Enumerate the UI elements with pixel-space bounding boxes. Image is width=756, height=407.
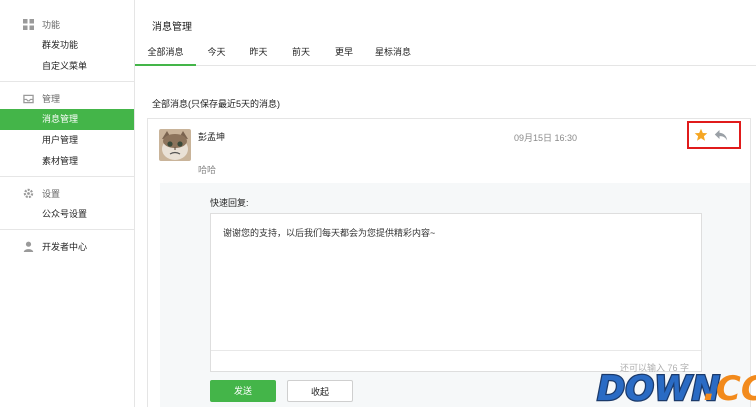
sidebar-group-title: 开发者中心 xyxy=(42,242,88,252)
avatar[interactable] xyxy=(159,129,191,161)
tab-starred[interactable]: 星标消息 xyxy=(366,38,420,66)
tab-yesterday[interactable]: 昨天 xyxy=(237,38,280,66)
tab-today[interactable]: 今天 xyxy=(196,38,237,66)
sidebar-item-developer-center[interactable]: 开发者中心 xyxy=(0,236,134,257)
watermark-logo: DOWN DOWN .CC xyxy=(591,364,756,407)
sidebar-item-account-settings[interactable]: 公众号设置 xyxy=(0,204,134,225)
page: 功能 群发功能 自定义菜单 管理 消息管理 用户管理 素材管理 设置 公众号设置… xyxy=(0,0,756,407)
sidebar-group-header: 功能 xyxy=(0,14,134,35)
gear-icon xyxy=(23,188,34,199)
tab-all-messages[interactable]: 全部消息 xyxy=(135,38,196,66)
sender-nickname[interactable]: 彭孟坤 xyxy=(198,130,225,143)
section-label: 全部消息(只保存最近5天的消息) xyxy=(152,99,281,109)
sidebar-group-title: 功能 xyxy=(42,20,61,30)
sidebar-group-header: 设置 xyxy=(0,183,134,204)
reply-divider xyxy=(211,350,701,351)
page-title: 消息管理 xyxy=(152,22,192,33)
message-text: 哈哈 xyxy=(198,165,217,175)
star-icon[interactable] xyxy=(694,128,708,142)
quick-reply-label: 快速回复: xyxy=(210,198,249,208)
sidebar-item-custom-menu[interactable]: 自定义菜单 xyxy=(0,56,134,77)
sidebar-group-features: 功能 群发功能 自定义菜单 xyxy=(0,0,134,82)
svg-text:.CC: .CC xyxy=(703,369,756,407)
collapse-button[interactable]: 收起 xyxy=(287,380,353,402)
tab-day-before[interactable]: 前天 xyxy=(280,38,322,66)
sidebar: 功能 群发功能 自定义菜单 管理 消息管理 用户管理 素材管理 设置 公众号设置… xyxy=(0,0,135,407)
sidebar-group-title: 管理 xyxy=(42,94,61,104)
inbox-icon xyxy=(23,93,34,104)
user-icon xyxy=(23,241,34,252)
sidebar-item-users[interactable]: 用户管理 xyxy=(0,130,134,151)
sidebar-item-mass-send[interactable]: 群发功能 xyxy=(0,35,134,56)
main-content: 消息管理 全部消息 今天 昨天 前天 更早 星标消息 全部消息(只保存最近5天的… xyxy=(135,0,756,407)
sidebar-group-developer: 开发者中心 xyxy=(0,230,134,261)
send-button[interactable]: 发送 xyxy=(210,380,276,402)
sidebar-group-manage: 管理 消息管理 用户管理 素材管理 xyxy=(0,82,134,177)
reply-textarea[interactable]: 谢谢您的支持，以后我们每天都会为您提供精彩内容~ xyxy=(223,226,683,239)
sidebar-group-title: 设置 xyxy=(42,189,61,199)
message-header: 彭孟坤 哈哈 09月15日 16:30 xyxy=(148,119,750,184)
grid-icon xyxy=(23,19,34,30)
message-time: 09月15日 16:30 xyxy=(514,133,578,143)
svg-text:DOWN: DOWN xyxy=(597,369,720,407)
reply-textarea-wrapper: 谢谢您的支持，以后我们每天都会为您提供精彩内容~ 还可以输入 76 字 xyxy=(210,213,702,373)
sidebar-group-header: 管理 xyxy=(0,88,134,109)
sidebar-group-settings: 设置 公众号设置 xyxy=(0,177,134,230)
sidebar-item-messages[interactable]: 消息管理 xyxy=(0,109,134,130)
tab-earlier[interactable]: 更早 xyxy=(322,38,366,66)
reply-icon[interactable] xyxy=(714,129,728,142)
sidebar-item-materials[interactable]: 素材管理 xyxy=(0,151,134,172)
message-tabs: 全部消息 今天 昨天 前天 更早 星标消息 xyxy=(135,38,756,66)
